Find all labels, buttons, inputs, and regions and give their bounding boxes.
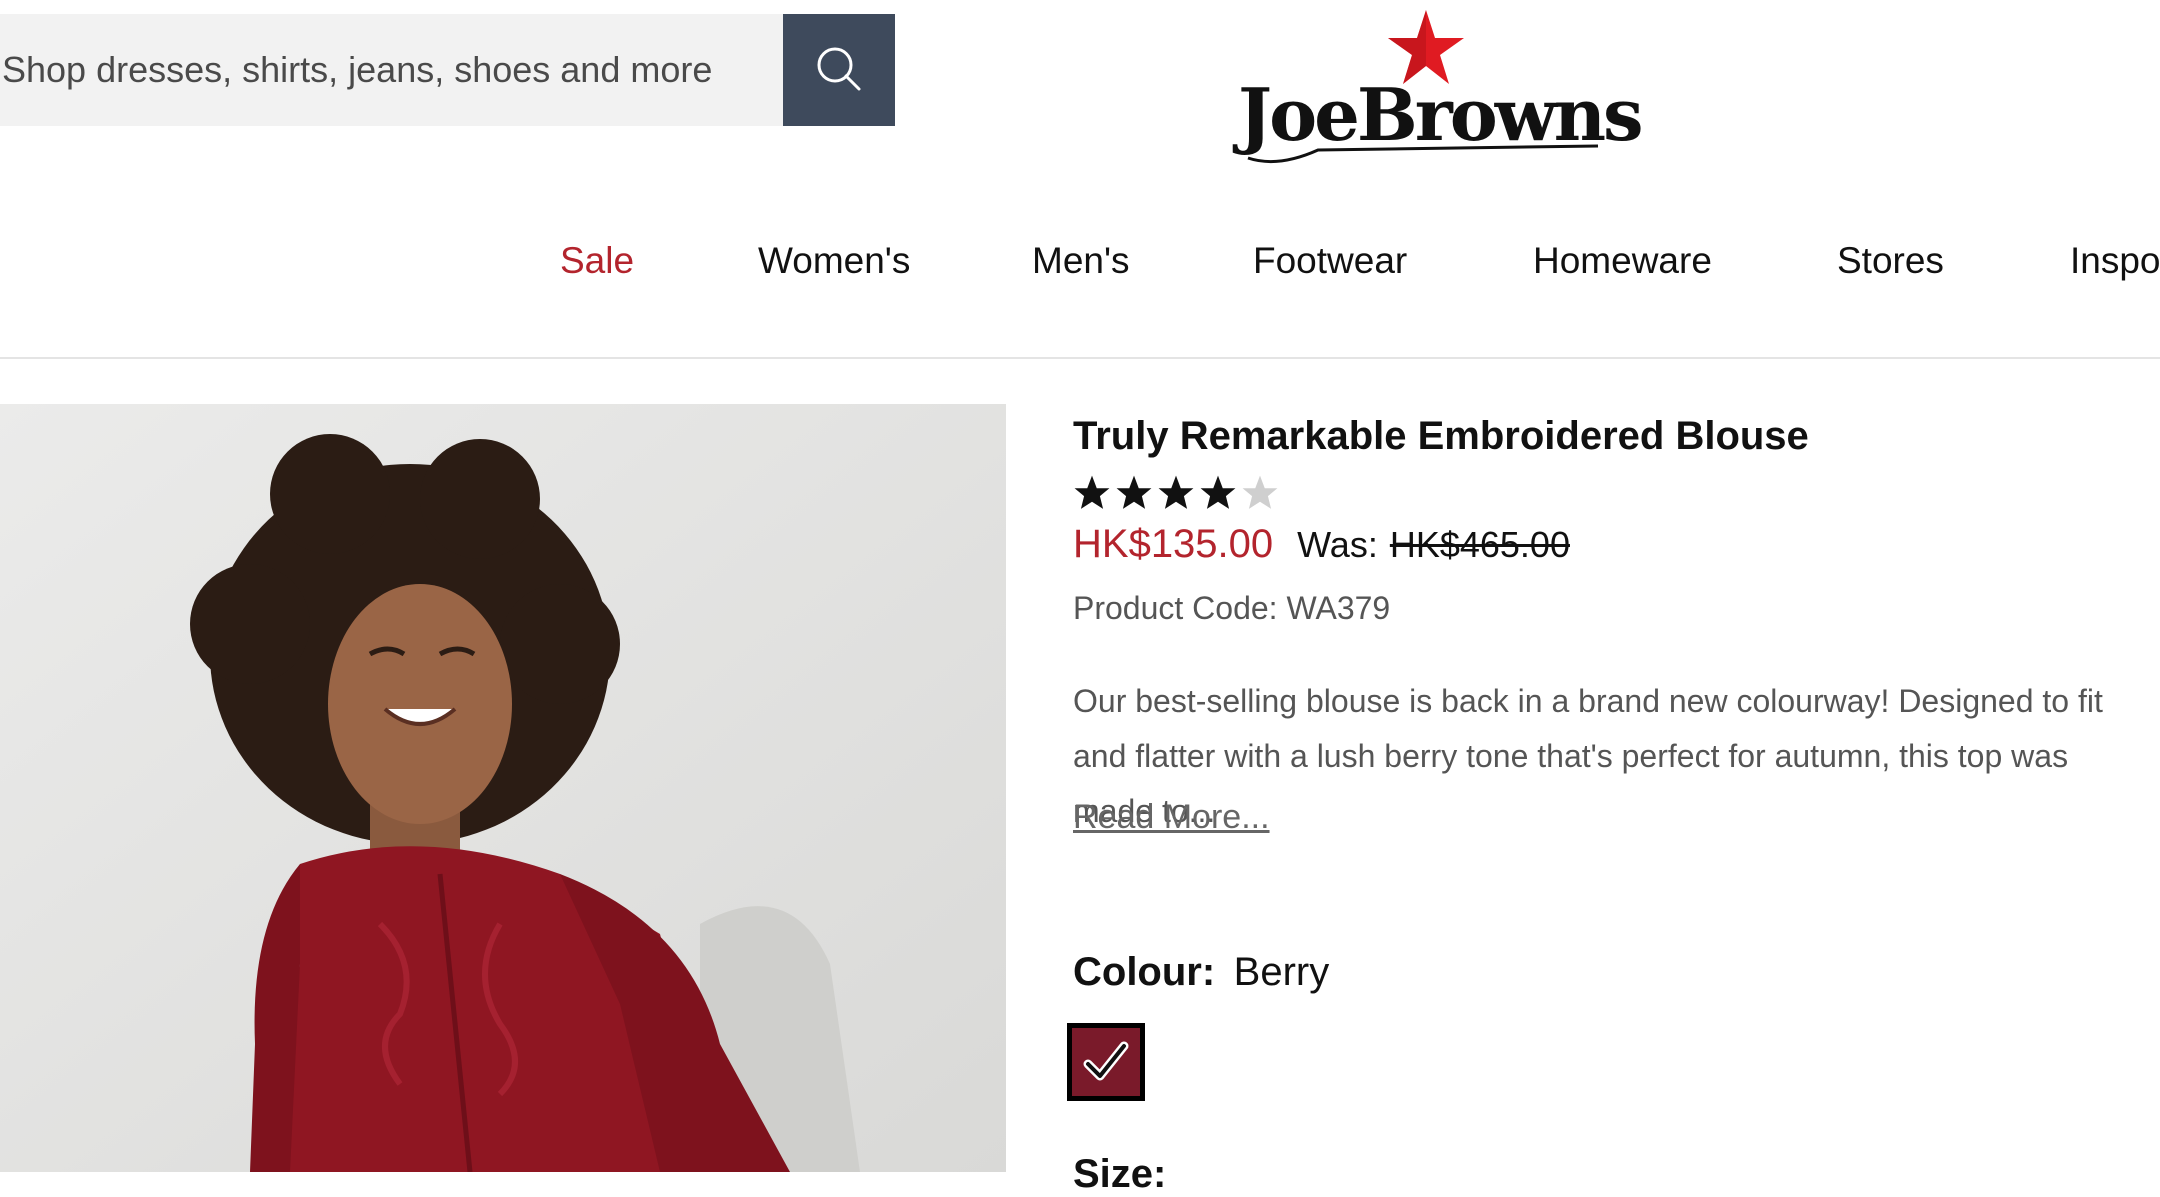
checkmark-icon bbox=[1083, 1041, 1129, 1081]
logo-swash bbox=[1247, 144, 1599, 164]
colour-swatch-berry[interactable] bbox=[1067, 1023, 1145, 1101]
was-label: Was: bbox=[1297, 524, 1378, 565]
product-code: Product Code: WA379 bbox=[1073, 590, 1391, 626]
rating-stars[interactable] bbox=[1073, 474, 1279, 512]
colour-value: Berry bbox=[1233, 950, 1330, 994]
star-filled-icon bbox=[1158, 475, 1194, 509]
search-button[interactable] bbox=[783, 14, 895, 126]
nav-item-homeware[interactable]: Homeware bbox=[1533, 240, 1712, 282]
price-row: HK$135.00 Was: HK$465.00 bbox=[1073, 522, 1570, 567]
colour-row: Colour: Berry bbox=[1073, 950, 1329, 995]
nav-item-stores[interactable]: Stores bbox=[1837, 240, 1944, 282]
main-nav: Sale Women's Men's Footwear Homeware Sto… bbox=[0, 240, 2160, 298]
brand-logo[interactable]: JoeBrowns bbox=[1238, 10, 1644, 164]
was-price: HK$465.00 bbox=[1389, 524, 1570, 565]
nav-item-womens[interactable]: Women's bbox=[758, 240, 910, 282]
nav-item-footwear[interactable]: Footwear bbox=[1253, 240, 1407, 282]
product-title: Truly Remarkable Embroidered Blouse bbox=[1073, 414, 1809, 458]
star-filled-icon bbox=[1200, 475, 1236, 509]
read-more-link[interactable]: Read More... bbox=[1073, 798, 1270, 837]
star-empty-icon bbox=[1242, 475, 1278, 509]
nav-item-inspo[interactable]: Inspo bbox=[2070, 240, 2160, 282]
header-divider bbox=[0, 357, 2160, 359]
nav-item-mens[interactable]: Men's bbox=[1032, 240, 1130, 282]
colour-label: Colour: bbox=[1073, 950, 1216, 994]
search-icon bbox=[815, 45, 863, 96]
star-filled-icon bbox=[1074, 475, 1110, 509]
star-filled-icon bbox=[1116, 475, 1152, 509]
search-input[interactable] bbox=[0, 14, 783, 126]
product-image[interactable] bbox=[0, 404, 1006, 1172]
search-bar bbox=[0, 14, 895, 126]
current-price: HK$135.00 bbox=[1073, 522, 1274, 566]
size-label: Size: bbox=[1073, 1152, 1167, 1196]
nav-item-sale[interactable]: Sale bbox=[560, 240, 634, 282]
